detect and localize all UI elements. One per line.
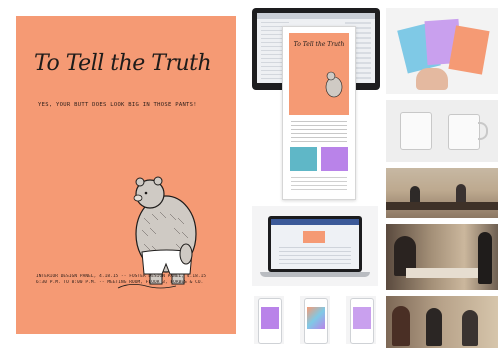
email-poster: To Tell the Truth <box>289 33 349 115</box>
person <box>392 306 410 346</box>
panel-meeting-photo-1[interactable] <box>386 168 498 218</box>
person <box>456 184 466 202</box>
laptop-header <box>271 219 359 225</box>
email-thumb-purple <box>321 147 348 171</box>
mugs-photo[interactable] <box>386 100 498 162</box>
mug-right <box>448 114 480 150</box>
phone-screen-purple <box>353 307 371 329</box>
mug-left <box>400 112 432 150</box>
poster-footer-line: 6:30 P.M. TO 8:00 P.M. -- MEETING ROOM, … <box>36 280 204 285</box>
email-poster-title: To Tell the Truth <box>293 41 345 48</box>
person <box>410 186 420 202</box>
poster-footer: INTERIOR DESIGN PANEL, 4.18.15 -- FOSTER… <box>36 274 220 286</box>
laptop-screen <box>268 216 362 272</box>
email-footer-text <box>291 177 347 193</box>
table <box>406 268 478 278</box>
hand <box>416 68 448 90</box>
panel-meeting-photo-3[interactable] <box>386 296 498 348</box>
poster-tagline: YES, YOUR BUTT DOES LOOK BIG IN THOSE PA… <box>38 102 197 108</box>
mug-handle <box>478 122 488 140</box>
phone-thumbnail-2[interactable] <box>300 296 330 344</box>
person <box>462 310 478 346</box>
person <box>426 308 442 346</box>
table <box>386 202 498 210</box>
email-mockup-thumbnail[interactable]: To Tell the Truth <box>282 26 356 200</box>
person <box>478 232 492 284</box>
phone-screen-multicolor <box>307 307 325 329</box>
phone-thumbnail-3[interactable] <box>346 296 376 344</box>
laptop-text <box>279 247 351 265</box>
phone-screen-purple <box>261 307 279 329</box>
laptop-banner <box>303 231 325 243</box>
laptop-page <box>271 219 359 269</box>
postcards-photo[interactable] <box>386 8 498 94</box>
email-body-text <box>291 121 347 143</box>
poster-image[interactable]: To Tell the Truth YES, YOUR BUTT DOES LO… <box>16 16 236 334</box>
postcard-orange <box>448 25 490 75</box>
email-thumb-teal <box>290 147 317 171</box>
phone-thumbnail-1[interactable] <box>254 296 284 344</box>
email-bear-icon <box>325 71 343 98</box>
laptop-base <box>260 272 370 277</box>
panel-meeting-photo-2[interactable] <box>386 224 498 290</box>
laptop-thumbnail[interactable] <box>252 206 378 286</box>
browser-bar <box>257 13 375 19</box>
poster-title: To Tell the Truth <box>34 51 212 76</box>
